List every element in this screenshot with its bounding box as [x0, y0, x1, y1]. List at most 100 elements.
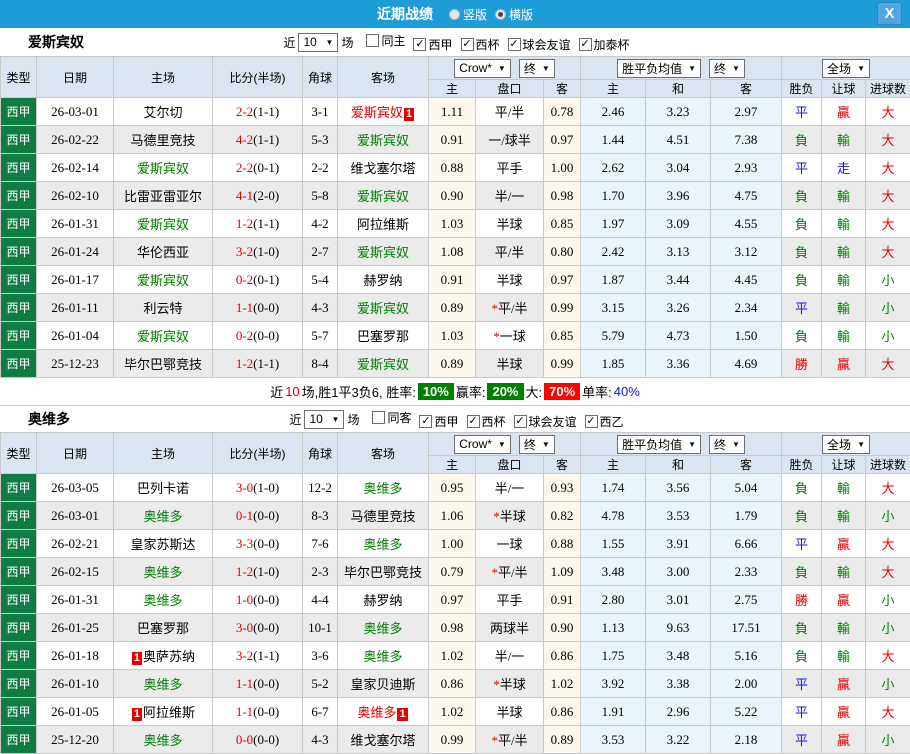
checked-checkbox[interactable]: ✓	[579, 38, 592, 51]
red-card-badge: 1	[397, 708, 407, 721]
subcol-result: 胜负	[782, 80, 822, 98]
team-name-text: 马德里竞技	[350, 509, 415, 524]
avg-away-odds-cell: 5.04	[711, 474, 782, 502]
wdl-avg-select[interactable]: 胜平负均值 ▼	[617, 59, 701, 78]
odds-stage-select[interactable]: 终 ▼	[519, 59, 555, 78]
result-text: 負	[795, 481, 808, 496]
team-name-text: 皇家苏斯达	[130, 537, 195, 552]
handicap-result-cell: 輸	[822, 210, 866, 238]
handicap-result-text: 走	[837, 161, 850, 176]
subcol-goals: 进球数	[866, 80, 910, 98]
wdl-avg-select[interactable]: 胜平负均值 ▼	[617, 435, 701, 454]
away-team-cell: 爱斯宾奴1	[338, 98, 429, 126]
handicap-result-cell: 贏	[822, 726, 866, 754]
crow-away-odds-cell: 0.86	[544, 642, 581, 670]
result-text: 負	[795, 509, 808, 524]
date-cell: 26-01-31	[37, 586, 114, 614]
checked-checkbox[interactable]: ✓	[419, 415, 432, 428]
match-scope-select[interactable]: 全场 ▼	[822, 59, 870, 78]
team-name-text: 华伦西亚	[137, 245, 189, 260]
team-name-text: 利云特	[143, 301, 182, 316]
league-cell: 西甲	[1, 502, 37, 530]
goals-result-cell: 小	[866, 502, 910, 530]
avg-draw-odds-cell: 3.26	[646, 294, 711, 322]
team-name-text: 维戈塞尔塔	[350, 161, 415, 176]
chevron-down-icon: ▼	[542, 64, 550, 73]
handicap-cell: *一球	[476, 322, 544, 350]
result-cell: 負	[782, 182, 822, 210]
goals-result-cell: 大	[866, 642, 910, 670]
team-name-text: 艾尔切	[143, 105, 182, 120]
odds-company-select[interactable]: Crow* ▼	[454, 435, 511, 454]
match-row: 西甲 26-02-15 奥维多 1-2(1-0) 2-3 毕尔巴鄂竞技 0.79…	[1, 558, 910, 586]
handicap-text: 平/半	[498, 301, 528, 316]
league-cell: 西甲	[1, 350, 37, 378]
games-count-select[interactable]: 10 ▼	[304, 410, 344, 429]
date-cell: 25-12-20	[37, 726, 114, 754]
avg-home-odds-cell: 1.70	[581, 182, 646, 210]
date-cell: 26-03-01	[37, 98, 114, 126]
handicap-result-text: 輸	[837, 273, 850, 288]
goals-result-text: 小	[882, 273, 895, 288]
corner-cell: 12-2	[303, 474, 338, 502]
games-label: 场	[347, 411, 359, 428]
avg-home-odds-cell: 1.13	[581, 614, 646, 642]
wdl-stage-select[interactable]: 终 ▼	[709, 435, 745, 454]
date-cell: 26-01-10	[37, 670, 114, 698]
unchecked-checkbox[interactable]	[366, 34, 379, 47]
checked-checkbox[interactable]: ✓	[585, 415, 598, 428]
checked-checkbox[interactable]: ✓	[413, 38, 426, 51]
team-name-text: 爱斯宾奴	[357, 133, 409, 148]
league-cell: 西甲	[1, 614, 37, 642]
layout-radio[interactable]	[495, 9, 506, 20]
goals-result-text: 大	[882, 217, 895, 232]
handicap-result-cell: 輸	[822, 126, 866, 154]
score-cell: 2-2(1-1)	[213, 98, 303, 126]
wdl-stage-select[interactable]: 终 ▼	[709, 59, 745, 78]
team-name-text: 阿拉维斯	[143, 705, 195, 720]
team-name-text: 赫罗纳	[363, 273, 402, 288]
fulltime-score: 4-2	[236, 132, 253, 147]
filter-check-label: 同主	[381, 32, 405, 49]
crow-home-odds-cell: 1.02	[429, 698, 476, 726]
league-cell: 西甲	[1, 698, 37, 726]
match-row: 西甲 26-01-18 1奥萨苏纳 3-2(1-1) 3-6 奥维多 1.02 …	[1, 642, 910, 670]
layout-radio[interactable]	[449, 9, 460, 20]
home-team-cell: 奥维多	[114, 726, 213, 754]
match-row: 西甲 26-01-31 奥维多 1-0(0-0) 4-4 赫罗纳 0.97 平手…	[1, 586, 910, 614]
checked-checkbox[interactable]: ✓	[461, 38, 474, 51]
unchecked-checkbox[interactable]	[372, 411, 385, 424]
crow-home-odds-cell: 1.00	[429, 530, 476, 558]
home-team-cell: 爱斯宾奴	[114, 266, 213, 294]
col-score: 比分(半场)	[213, 57, 303, 98]
filter-check-label: 西乙	[600, 413, 624, 430]
handicap-cell: 一球	[476, 530, 544, 558]
odds-stage-select[interactable]: 终 ▼	[519, 435, 555, 454]
match-scope-select[interactable]: 全场 ▼	[822, 435, 870, 454]
close-button[interactable]: X	[877, 2, 902, 25]
halftime-score: (0-0)	[253, 328, 279, 343]
fulltime-score: 3-0	[236, 620, 253, 635]
col-away: 客场	[338, 57, 429, 98]
checked-checkbox[interactable]: ✓	[508, 38, 521, 51]
handicap-result-cell: 輸	[822, 474, 866, 502]
crow-away-odds-cell: 0.99	[544, 350, 581, 378]
result-cell: 平	[782, 698, 822, 726]
col-home: 主场	[114, 433, 213, 474]
chevron-down-icon: ▼	[732, 440, 740, 449]
checked-checkbox[interactable]: ✓	[514, 415, 527, 428]
league-cell: 西甲	[1, 586, 37, 614]
league-cell: 西甲	[1, 558, 37, 586]
team-name-text: 奥维多	[363, 481, 402, 496]
odds-company-select[interactable]: Crow* ▼	[454, 59, 511, 78]
result-cell: 負	[782, 126, 822, 154]
home-team-cell: 爱斯宾奴	[114, 210, 213, 238]
halftime-score: (0-0)	[253, 732, 279, 747]
games-count-select[interactable]: 10 ▼	[298, 33, 338, 52]
window-title: 近期战绩	[377, 4, 433, 24]
handicap-result-text: 輸	[837, 189, 850, 204]
handicap-result-cell: 贏	[822, 350, 866, 378]
checked-checkbox[interactable]: ✓	[467, 415, 480, 428]
fulltime-score: 2-2	[236, 160, 253, 175]
handicap-result-cell: 輸	[822, 294, 866, 322]
